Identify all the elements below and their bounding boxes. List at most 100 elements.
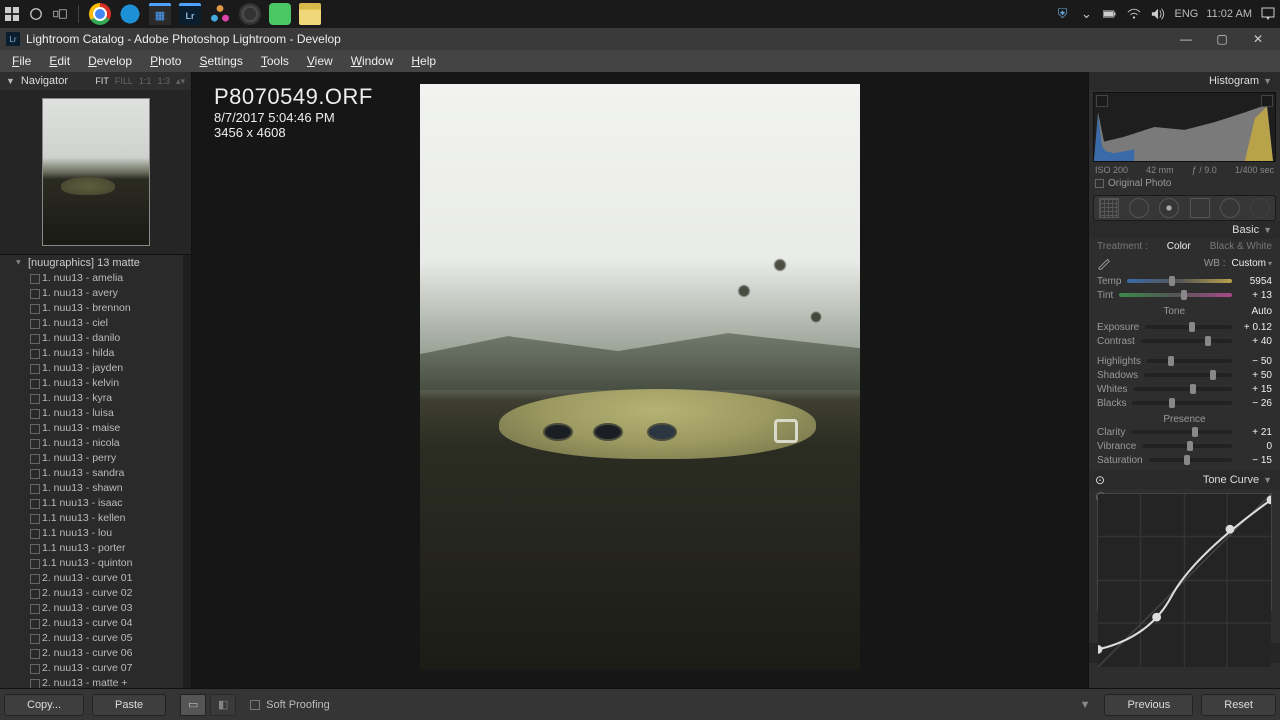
menu-file[interactable]: File <box>4 52 39 70</box>
maximize-button[interactable]: ▢ <box>1206 29 1238 49</box>
preset-group[interactable]: [nuugraphics] 13 matte <box>0 255 191 271</box>
preset-item[interactable]: 1. nuu13 - amelia <box>0 271 191 286</box>
radial-tool[interactable] <box>1220 198 1240 218</box>
minimize-button[interactable]: — <box>1170 29 1202 49</box>
softproof-checkbox[interactable] <box>250 700 260 710</box>
preset-item[interactable]: 1. nuu13 - danilo <box>0 331 191 346</box>
tint-slider[interactable] <box>1119 293 1232 297</box>
battery-icon[interactable] <box>1102 6 1118 22</box>
preset-item[interactable]: 1. nuu13 - hilda <box>0 346 191 361</box>
tonecurve-header[interactable]: ⊙ Tone Curve▼ <box>1089 471 1280 489</box>
preset-item[interactable]: 1.1 nuu13 - lou <box>0 526 191 541</box>
taskview-icon[interactable] <box>52 6 68 22</box>
auto-tone-button[interactable]: Auto <box>1251 306 1272 317</box>
paste-button[interactable]: Paste <box>92 694 166 716</box>
menu-photo[interactable]: Photo <box>142 52 189 70</box>
preset-item[interactable]: 1. nuu13 - kyra <box>0 391 191 406</box>
preset-item[interactable]: 1.1 nuu13 - kellen <box>0 511 191 526</box>
preset-item[interactable]: 1.1 nuu13 - porter <box>0 541 191 556</box>
clock[interactable]: 11:02 AM <box>1206 8 1252 20</box>
clip-highlight-icon[interactable] <box>1261 95 1273 107</box>
vibrance-slider[interactable] <box>1142 444 1232 448</box>
volume-icon[interactable] <box>1150 6 1166 22</box>
wb-select[interactable]: Custom▾ <box>1232 258 1272 269</box>
start-icon[interactable] <box>4 6 20 22</box>
target-adjust-icon[interactable]: ⊙ <box>1095 473 1105 487</box>
tray-chevron-icon[interactable]: ⌄ <box>1078 6 1094 22</box>
basic-header[interactable]: Basic▼ <box>1089 221 1280 239</box>
view-compare-icon[interactable]: ◧ <box>210 694 236 716</box>
photos-app-icon[interactable]: ▦ <box>149 3 171 25</box>
lightroom-app-icon[interactable]: Lr <box>179 3 201 25</box>
histogram-display[interactable] <box>1093 92 1276 162</box>
chrome-icon[interactable] <box>89 3 111 25</box>
tint-value[interactable]: + 13 <box>1238 290 1272 301</box>
language-indicator[interactable]: ENG <box>1174 8 1198 20</box>
navigator-header[interactable]: ▼ Navigator FIT FILL 1:1 1:3 ▴▾ <box>0 72 191 90</box>
previous-button[interactable]: Previous <box>1104 694 1193 716</box>
redeye-tool[interactable] <box>1159 198 1179 218</box>
preset-item[interactable]: 1. nuu13 - ciel <box>0 316 191 331</box>
preset-item[interactable]: 2. nuu13 - curve 06 <box>0 646 191 661</box>
menu-settings[interactable]: Settings <box>191 52 250 70</box>
menu-window[interactable]: Window <box>343 52 402 70</box>
toolbar-chevron-icon[interactable]: ▼ <box>1080 699 1091 711</box>
preset-item[interactable]: 1.1 nuu13 - quinton <box>0 556 191 571</box>
navigator-thumbnail[interactable] <box>42 98 150 246</box>
zoom-1-3[interactable]: 1:3 <box>157 76 170 87</box>
zoom-1-1[interactable]: 1:1 <box>139 76 152 87</box>
spot-tool[interactable] <box>1129 198 1149 218</box>
preset-item[interactable]: 1. nuu13 - shawn <box>0 481 191 496</box>
edge-icon[interactable] <box>119 3 141 25</box>
preset-item[interactable]: 1. nuu13 - nicola <box>0 436 191 451</box>
menu-develop[interactable]: Develop <box>80 52 140 70</box>
grad-tool[interactable] <box>1190 198 1210 218</box>
histogram-header[interactable]: Histogram▼ <box>1089 72 1280 90</box>
original-checkbox[interactable] <box>1095 179 1104 188</box>
saturation-slider[interactable] <box>1149 458 1232 462</box>
copy-button[interactable]: Copy... <box>4 694 84 716</box>
preset-item[interactable]: 1.1 nuu13 - isaac <box>0 496 191 511</box>
zoom-fill[interactable]: FILL <box>115 76 133 87</box>
exposure-slider[interactable] <box>1145 325 1232 329</box>
menu-view[interactable]: View <box>299 52 341 70</box>
preset-item[interactable]: 1. nuu13 - avery <box>0 286 191 301</box>
wifi-icon[interactable] <box>1126 6 1142 22</box>
shadows-slider[interactable] <box>1144 373 1232 377</box>
preset-item[interactable]: 2. nuu13 - curve 07 <box>0 661 191 676</box>
preset-item[interactable]: 1. nuu13 - perry <box>0 451 191 466</box>
crop-tool[interactable] <box>1099 198 1119 218</box>
menu-edit[interactable]: Edit <box>41 52 78 70</box>
zoom-fit[interactable]: FIT <box>95 76 109 87</box>
menu-help[interactable]: Help <box>403 52 444 70</box>
main-photo[interactable] <box>420 84 860 670</box>
presets-panel[interactable]: [nuugraphics] 13 matte 1. nuu13 - amelia… <box>0 254 191 688</box>
loupe-view[interactable]: P8070549.ORF 8/7/2017 5:04:46 PM 3456 x … <box>192 72 1088 688</box>
action-center-icon[interactable] <box>1260 6 1276 22</box>
contrast-slider[interactable] <box>1141 339 1232 343</box>
preset-item[interactable]: 1. nuu13 - sandra <box>0 466 191 481</box>
preset-item[interactable]: 2. nuu13 - curve 01 <box>0 571 191 586</box>
menu-tools[interactable]: Tools <box>253 52 297 70</box>
preset-item[interactable]: 2. nuu13 - curve 02 <box>0 586 191 601</box>
temp-slider[interactable] <box>1127 279 1232 283</box>
preset-item[interactable]: 2. nuu13 - matte + <box>0 676 191 688</box>
whites-slider[interactable] <box>1134 387 1232 391</box>
treatment-color[interactable]: Color <box>1167 241 1191 252</box>
preset-item[interactable]: 2. nuu13 - curve 03 <box>0 601 191 616</box>
temp-value[interactable]: 5954 <box>1238 276 1272 287</box>
line-icon[interactable] <box>269 3 291 25</box>
preset-item[interactable]: 2. nuu13 - curve 04 <box>0 616 191 631</box>
preset-item[interactable]: 1. nuu13 - kelvin <box>0 376 191 391</box>
reset-button[interactable]: Reset <box>1201 694 1276 716</box>
blacks-slider[interactable] <box>1132 401 1232 405</box>
treatment-bw[interactable]: Black & White <box>1210 241 1272 252</box>
tone-curve-editor[interactable] <box>1097 493 1272 611</box>
zoom-stepper-icon[interactable]: ▴▾ <box>176 76 185 87</box>
preset-item[interactable]: 1. nuu13 - brennon <box>0 301 191 316</box>
view-loupe-icon[interactable]: ▭ <box>180 694 206 716</box>
brush-tool[interactable] <box>1250 198 1270 218</box>
clip-shadow-icon[interactable] <box>1096 95 1108 107</box>
preset-item[interactable]: 2. nuu13 - curve 05 <box>0 631 191 646</box>
explorer-icon[interactable] <box>299 3 321 25</box>
